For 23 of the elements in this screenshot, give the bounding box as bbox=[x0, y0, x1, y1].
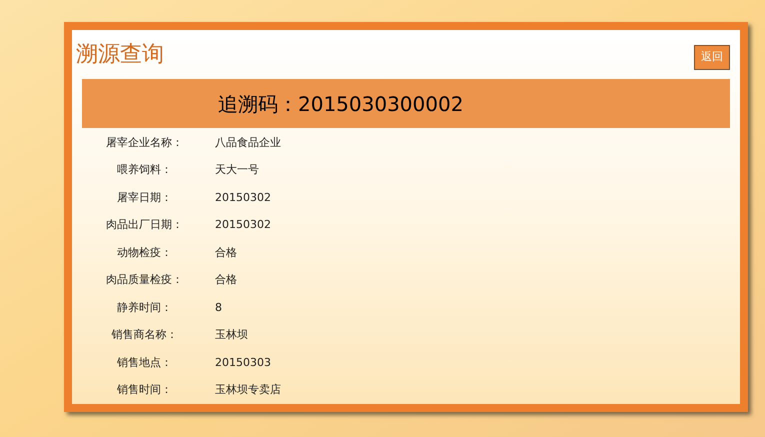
back-button[interactable]: 返回 bbox=[694, 45, 730, 70]
page-title: 溯源查询 bbox=[76, 41, 164, 69]
field-value: 合格 bbox=[215, 244, 237, 260]
field-label: 肉品出厂日期： bbox=[105, 217, 184, 233]
field-value: 合格 bbox=[215, 272, 237, 288]
field-value: 20150302 bbox=[215, 217, 271, 233]
field-label: 屠宰企业名称： bbox=[105, 134, 184, 150]
field-label: 动物检疫： bbox=[116, 244, 173, 260]
field-value: 8 bbox=[215, 300, 222, 316]
field-label: 销售时间： bbox=[116, 382, 173, 398]
field-value: 八品食品企业 bbox=[215, 134, 281, 150]
trace-code: 追溯码：2015030300002 bbox=[218, 90, 464, 118]
field-value: 玉林坝专卖店 bbox=[215, 382, 281, 398]
field-value: 天大一号 bbox=[215, 162, 259, 178]
field-label: 销售商名称： bbox=[110, 327, 178, 343]
field-value: 20150303 bbox=[215, 354, 271, 370]
field-label: 销售地点： bbox=[116, 354, 173, 370]
field-value: 玉林坝 bbox=[215, 327, 248, 343]
field-label: 肉品质量检疫： bbox=[105, 272, 184, 288]
field-label: 静养时间： bbox=[116, 300, 173, 316]
field-value: 20150302 bbox=[215, 190, 271, 206]
field-label: 喂养饲料： bbox=[116, 162, 173, 178]
field-label: 屠宰日期： bbox=[116, 190, 173, 206]
